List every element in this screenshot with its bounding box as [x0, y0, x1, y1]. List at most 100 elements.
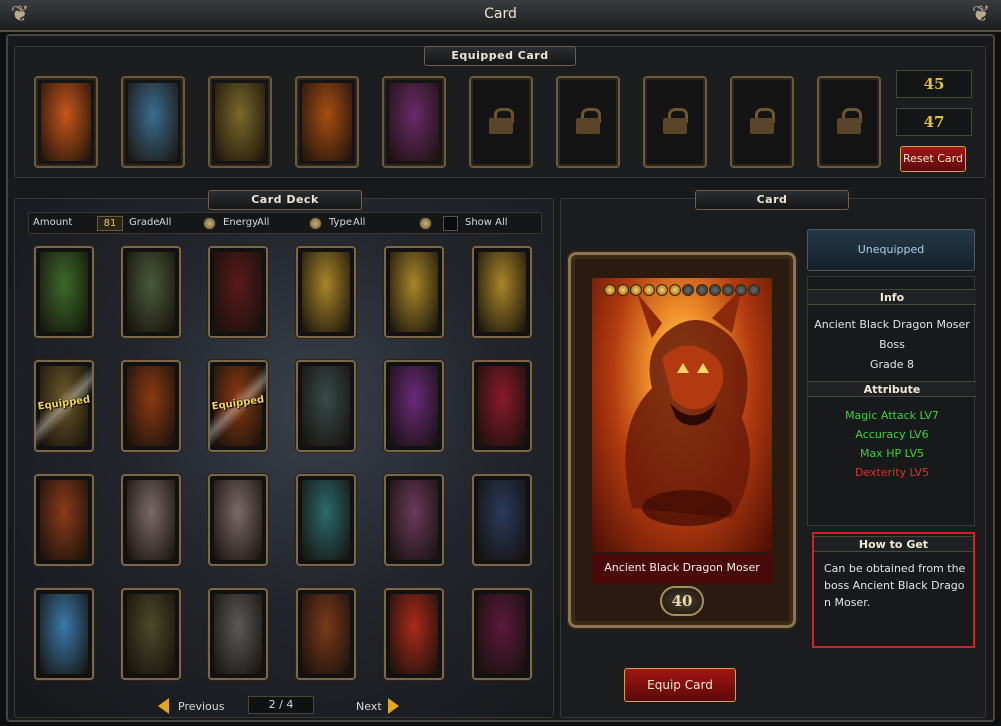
deck-card-19[interactable] — [34, 588, 94, 680]
info-card-grade: Grade 8 — [869, 358, 915, 371]
page-indicator: 2 / 4 — [248, 696, 314, 714]
deck-card-10[interactable] — [296, 360, 356, 452]
equipped-slot-3[interactable] — [208, 76, 272, 168]
deck-card-15[interactable] — [208, 474, 268, 566]
dark-knight-card-art — [214, 252, 262, 332]
lock-icon — [576, 108, 601, 134]
deck-card-18[interactable] — [472, 474, 532, 566]
deck-card-5[interactable] — [384, 246, 444, 338]
deck-card-21[interactable] — [208, 588, 268, 680]
energy-dropdown-icon[interactable] — [309, 217, 322, 230]
werewolf-card-art — [302, 594, 350, 674]
selected-card-name: Ancient Black Dragon Moser — [592, 554, 772, 584]
previous-button[interactable]: Previous — [178, 700, 225, 713]
deck-card-7[interactable]: Equipped — [34, 360, 94, 452]
vampire-card-art — [478, 594, 526, 674]
star-empty-icon — [682, 284, 695, 296]
info-card-type: Boss — [879, 338, 905, 351]
show-all-checkbox[interactable] — [443, 216, 458, 231]
equipped-slot-6[interactable] — [469, 76, 533, 168]
tiki-mask-card-art — [215, 83, 265, 161]
deck-card-16[interactable] — [296, 474, 356, 566]
equipped-slot-8[interactable] — [643, 76, 707, 168]
equip-card-button[interactable]: Equip Card — [624, 668, 736, 702]
attribute-line: Dexterity LV5 — [855, 466, 929, 479]
card-detail-header: Card — [695, 190, 849, 210]
attribute-line: Magic Attack LV7 — [845, 409, 939, 422]
deck-card-6[interactable] — [472, 246, 532, 338]
show-all-label: Show All — [465, 217, 508, 228]
dwarf-card-art — [127, 480, 175, 560]
deck-card-1[interactable] — [34, 246, 94, 338]
star-empty-icon — [708, 284, 721, 296]
star-filled-icon — [617, 284, 630, 296]
ice-spirit-card-art — [40, 594, 88, 674]
equipped-slot-10[interactable] — [817, 76, 881, 168]
equipped-slot-7[interactable] — [556, 76, 620, 168]
deck-card-4[interactable] — [296, 246, 356, 338]
star-empty-icon — [734, 284, 747, 296]
deck-card-13[interactable] — [34, 474, 94, 566]
type-dropdown-icon[interactable] — [419, 217, 432, 230]
dwarf-card-art — [214, 480, 262, 560]
equipped-slot-1[interactable] — [34, 76, 98, 168]
green-beast-card-art — [40, 252, 88, 332]
card-deck-header: Card Deck — [208, 190, 362, 210]
deck-card-9[interactable]: Equipped — [208, 360, 268, 452]
star-empty-icon — [721, 284, 734, 296]
deck-card-22[interactable] — [296, 588, 356, 680]
card-info-panel: Info Ancient Black Dragon Moser Boss Gra… — [807, 276, 976, 526]
deck-card-14[interactable] — [121, 474, 181, 566]
amount-value: 81 — [97, 216, 123, 231]
star-empty-icon — [747, 284, 760, 296]
golden-orb-card-art — [478, 252, 526, 332]
lock-icon — [489, 108, 514, 134]
fire-dragon-card-art — [41, 83, 91, 161]
alien-mage-card-art — [128, 83, 178, 161]
red-demon-card-art — [478, 366, 526, 446]
energy-value: All — [257, 217, 270, 228]
star-filled-icon — [630, 284, 643, 296]
golden-orb-card-art — [302, 252, 350, 332]
deck-card-3[interactable] — [208, 246, 268, 338]
warrior-card-art — [127, 366, 175, 446]
deck-card-12[interactable] — [472, 360, 532, 452]
how-to-get-header: How to Get — [814, 536, 973, 552]
next-button[interactable]: Next — [356, 700, 382, 713]
hooded-mage-card-art — [127, 252, 175, 332]
deck-card-8[interactable] — [121, 360, 181, 452]
attribute-line: Max HP LV5 — [859, 447, 925, 460]
officer-card-art — [127, 594, 175, 674]
equipped-stat-bottom: 47 — [896, 108, 972, 136]
deck-card-17[interactable] — [384, 474, 444, 566]
deck-card-23[interactable] — [384, 588, 444, 680]
equipped-stat-top: 45 — [896, 70, 972, 98]
deck-card-24[interactable] — [472, 588, 532, 680]
grade-dropdown-icon[interactable] — [203, 217, 216, 230]
next-arrow-icon[interactable] — [388, 698, 399, 714]
window-title: Card — [484, 6, 517, 22]
deck-card-11[interactable] — [384, 360, 444, 452]
spartan-card-art — [390, 594, 438, 674]
star-filled-icon — [669, 284, 682, 296]
attribute-header: Attribute — [808, 381, 976, 397]
equipped-slot-9[interactable] — [730, 76, 794, 168]
purple-demon-card-art — [390, 366, 438, 446]
equipped-slot-4[interactable] — [295, 76, 359, 168]
horned-beast-card-art — [40, 480, 88, 560]
deck-card-2[interactable] — [121, 246, 181, 338]
equipped-card-header: Equipped Card — [424, 46, 576, 66]
golden-orb-card-art — [390, 252, 438, 332]
carnivorous-plant-card-art — [389, 83, 439, 161]
lock-icon — [750, 108, 775, 134]
previous-arrow-icon[interactable] — [158, 698, 169, 714]
equipped-slot-2[interactable] — [121, 76, 185, 168]
deck-card-20[interactable] — [121, 588, 181, 680]
blue-soldier-card-art — [478, 480, 526, 560]
star-filled-icon — [656, 284, 669, 296]
equipped-slot-5[interactable] — [382, 76, 446, 168]
card-star-rating — [604, 284, 760, 296]
info-card-name: Ancient Black Dragon Moser — [814, 318, 970, 331]
reset-card-button[interactable]: Reset Card — [900, 146, 966, 172]
deck-filter-bar: Amount 81 Grade All Energy All Type All … — [28, 212, 542, 234]
